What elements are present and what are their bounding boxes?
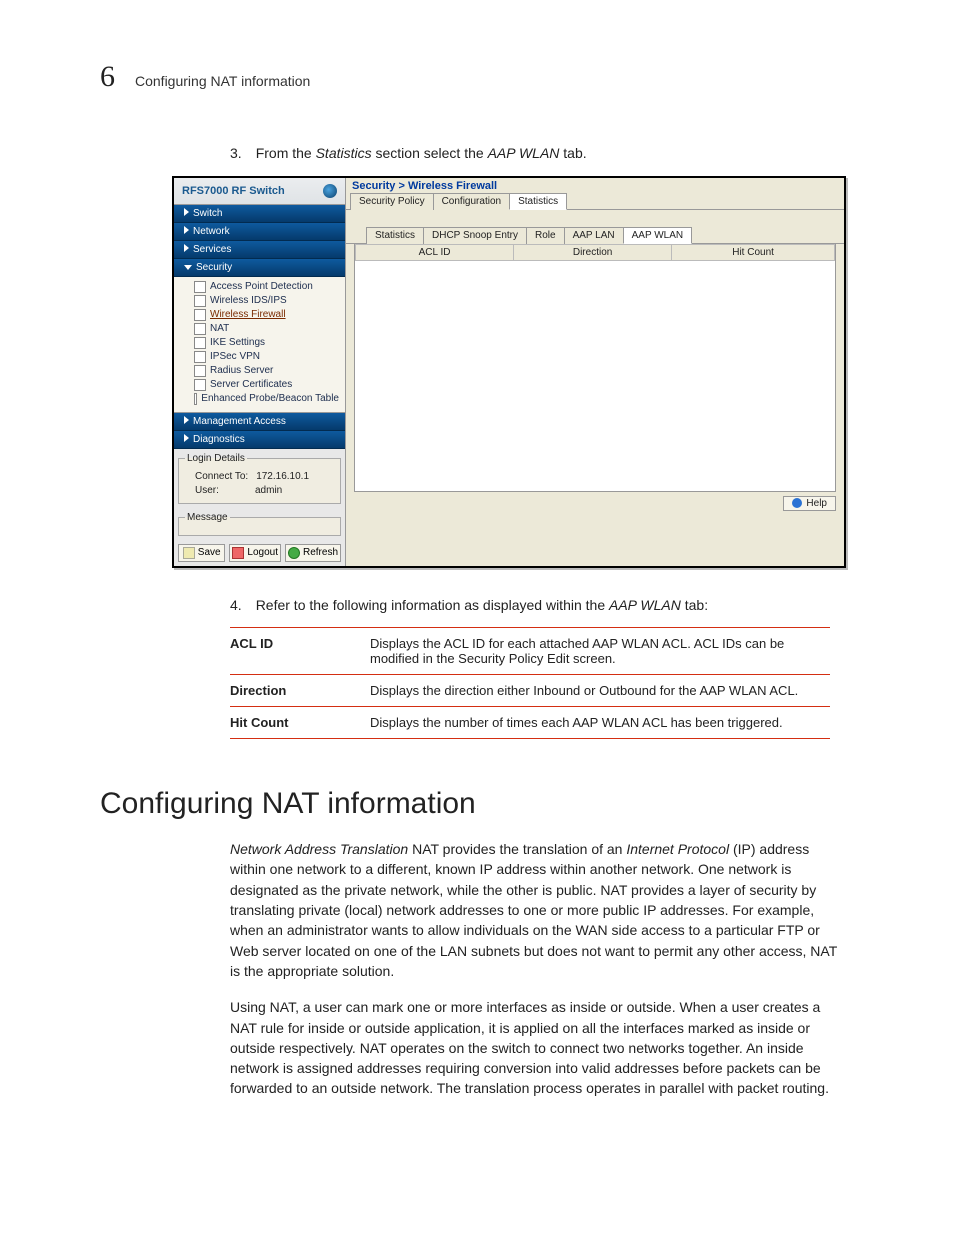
def-term: Hit Count [230,707,370,739]
tree-enhanced-probe[interactable]: Enhanced Probe/Beacon Table [178,392,341,406]
subtab-statistics[interactable]: Statistics [366,227,424,244]
tab-statistics[interactable]: Statistics [509,193,567,210]
chapter-title: Configuring NAT information [135,73,310,89]
grid-body-empty [355,261,835,491]
def-term: Direction [230,675,370,707]
help-button[interactable]: Help [783,496,836,511]
tab-security-policy[interactable]: Security Policy [350,193,434,210]
save-icon [183,547,195,559]
running-header: 6 Configuring NAT information [100,60,854,94]
tree-icon [194,379,206,391]
tree-wireless-firewall[interactable]: Wireless Firewall [178,308,341,322]
def-row-direction: Direction Displays the direction either … [230,675,830,707]
help-icon [792,498,802,508]
def-desc: Displays the direction either Inbound or… [370,675,830,707]
nav-switch[interactable]: Switch [174,205,345,223]
refresh-button[interactable]: Refresh [285,544,341,562]
tree-icon [194,295,206,307]
login-details-panel: Login Details Connect To: 172.16.10.1 Us… [178,453,341,504]
footer-buttons: Save Logout Refresh [178,544,341,562]
logout-icon [232,547,244,559]
message-panel: Message [178,512,341,536]
connect-to-value: 172.16.10.1 [256,471,309,482]
app-screenshot: RFS7000 RF Switch Switch Network Service… [172,176,846,568]
tree-radius-server[interactable]: Radius Server [178,364,341,378]
tree-ipsec-vpn[interactable]: IPSec VPN [178,350,341,364]
sub-tabs: Statistics DHCP Snoop Entry Role AAP LAN… [346,226,844,244]
nat-paragraph-2: Using NAT, a user can mark one or more i… [230,997,840,1098]
chapter-number: 6 [100,60,115,94]
nav-diagnostics[interactable]: Diagnostics [174,431,345,449]
breadcrumb: Security > Wireless Firewall [346,178,844,192]
step-3: 3. From the Statistics section select th… [230,144,854,164]
tree-icon [194,281,206,293]
nav-network[interactable]: Network [174,223,345,241]
def-row-acl-id: ACL ID Displays the ACL ID for each atta… [230,628,830,675]
tree-icon [194,323,206,335]
aap-wlan-grid: ACL ID Direction Hit Count [354,244,836,492]
def-row-hit-count: Hit Count Displays the number of times e… [230,707,830,739]
product-name: RFS7000 RF Switch [182,185,285,197]
nav-services[interactable]: Services [174,241,345,259]
tree-access-point-detection[interactable]: Access Point Detection [178,280,341,294]
tree-wireless-ids-ips[interactable]: Wireless IDS/IPS [178,294,341,308]
step-3-number: 3. [230,144,242,164]
subtab-role[interactable]: Role [526,227,565,244]
col-hit-count[interactable]: Hit Count [672,244,835,260]
security-subtree: Access Point Detection Wireless IDS/IPS … [174,277,345,413]
def-desc: Displays the number of times each AAP WL… [370,707,830,739]
tree-icon [194,351,206,363]
left-nav-panel: RFS7000 RF Switch Switch Network Service… [174,178,346,566]
login-legend: Login Details [185,453,247,464]
subtab-aap-wlan[interactable]: AAP WLAN [623,227,693,244]
step-3-text: From the Statistics section select the A… [256,144,854,164]
tree-icon [194,337,206,349]
nat-paragraph-1: Network Address Translation NAT provides… [230,839,840,981]
subtab-dhcp-snoop[interactable]: DHCP Snoop Entry [423,227,527,244]
step-4-text: Refer to the following information as di… [256,596,854,616]
brand-logo-icon [323,184,337,198]
def-term: ACL ID [230,628,370,675]
brand-bar: RFS7000 RF Switch [174,178,345,205]
step-4: 4. Refer to the following information as… [230,596,854,616]
tree-ike-settings[interactable]: IKE Settings [178,336,341,350]
tree-icon [194,309,206,321]
nav-management-access[interactable]: Management Access [174,413,345,431]
connect-to-label: Connect To: [195,471,248,482]
refresh-icon [288,547,300,559]
main-tabs: Security Policy Configuration Statistics [346,192,844,210]
message-legend: Message [185,512,230,523]
subtab-aap-lan[interactable]: AAP LAN [564,227,624,244]
step-4-number: 4. [230,596,242,616]
col-acl-id[interactable]: ACL ID [356,244,514,260]
tab-configuration[interactable]: Configuration [433,193,510,210]
tree-icon [194,365,206,377]
definition-table: ACL ID Displays the ACL ID for each atta… [230,627,830,739]
tree-icon [194,393,197,405]
user-value: admin [255,485,282,496]
logout-button[interactable]: Logout [229,544,281,562]
col-direction[interactable]: Direction [514,244,672,260]
nav-security[interactable]: Security [174,259,345,277]
def-desc: Displays the ACL ID for each attached AA… [370,628,830,675]
user-label: User: [195,485,247,496]
tree-nat[interactable]: NAT [178,322,341,336]
tree-server-certificates[interactable]: Server Certificates [178,378,341,392]
section-heading: Configuring NAT information [100,787,854,821]
save-button[interactable]: Save [178,544,225,562]
